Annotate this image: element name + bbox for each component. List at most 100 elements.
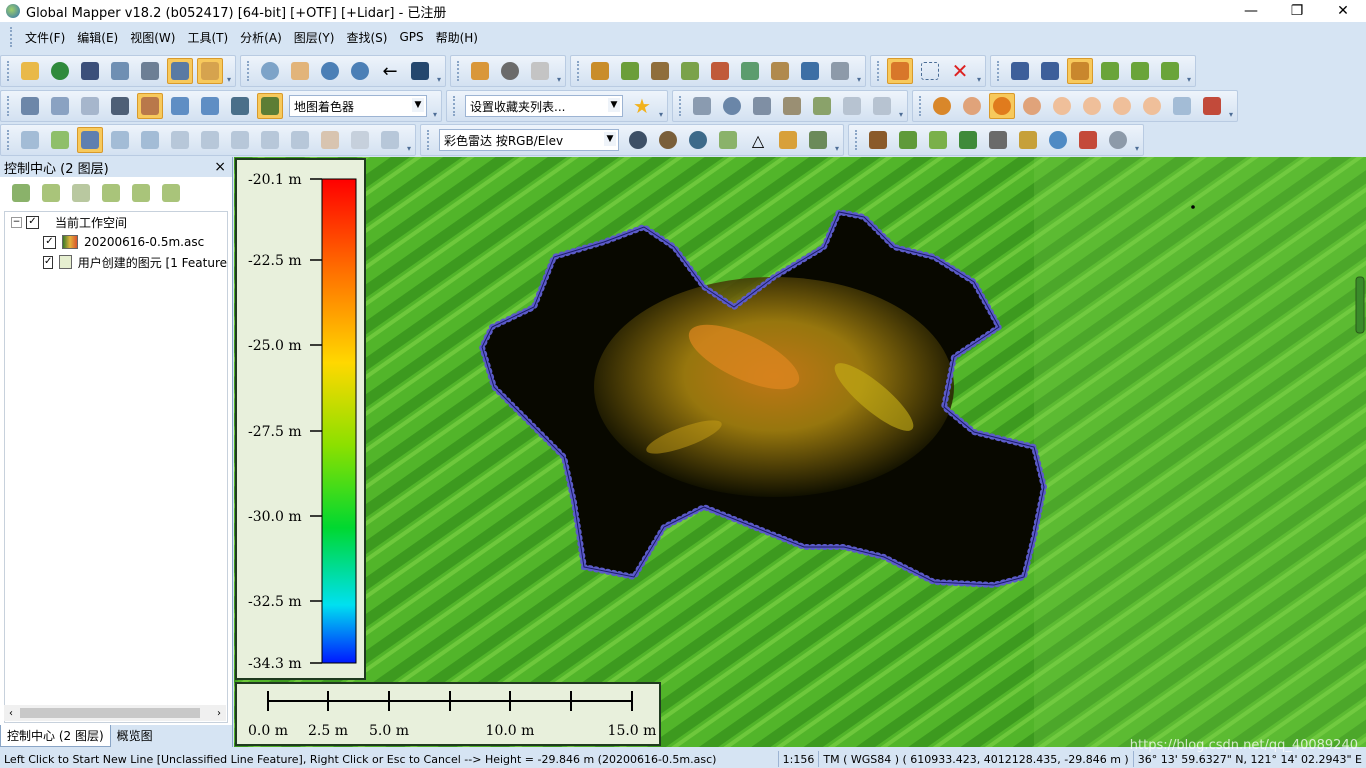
save-button[interactable] xyxy=(77,58,103,84)
favorites-dropdown[interactable]: 设置收藏夹列表... ▼ xyxy=(465,95,623,117)
view-5-button[interactable] xyxy=(137,93,163,119)
tree-layer-row[interactable]: ✓ 用户创建的图元 [1 Feature xyxy=(5,252,227,272)
view-2-button[interactable] xyxy=(47,93,73,119)
toolbar-overflow-arrow[interactable]: ▾ xyxy=(225,58,233,84)
pan-button[interactable] xyxy=(287,58,313,84)
vertex-3-button[interactable] xyxy=(77,127,103,153)
terrain-3-button[interactable] xyxy=(647,58,673,84)
toolbar-overflow-arrow[interactable]: ▾ xyxy=(657,93,665,119)
toolbar-overflow-arrow[interactable]: ▾ xyxy=(1133,127,1141,153)
point-3-button[interactable] xyxy=(989,93,1015,119)
class-5-button[interactable] xyxy=(985,127,1011,153)
panel-close-button[interactable]: × xyxy=(214,159,226,175)
menu-gps[interactable]: GPS xyxy=(393,30,429,44)
vertex-13-button[interactable] xyxy=(377,127,403,153)
toolbar-overflow-arrow[interactable]: ▾ xyxy=(435,58,443,84)
menu-analysis[interactable]: 分析(A) xyxy=(234,29,288,46)
panel-options-button[interactable] xyxy=(38,180,64,206)
point-4-button[interactable] xyxy=(1019,93,1045,119)
close-button[interactable]: ✕ xyxy=(1320,0,1366,22)
point-8-button[interactable] xyxy=(1139,93,1165,119)
edit-1-button[interactable] xyxy=(689,93,715,119)
menu-layer[interactable]: 图层(Y) xyxy=(288,29,341,46)
point-2-button[interactable] xyxy=(959,93,985,119)
toolbar-overflow-arrow[interactable]: ▾ xyxy=(405,127,413,153)
digitizer-button[interactable] xyxy=(887,58,913,84)
toolbar-overflow-arrow[interactable]: ▾ xyxy=(975,58,983,84)
vertex-1-button[interactable] xyxy=(17,127,43,153)
terrain-6-button[interactable] xyxy=(737,58,763,84)
map-canvas[interactable]: -20.1 m -22.5 m -25.0 m -27.5 m -30.0 m -32.5… xyxy=(234,157,1366,747)
search-attr-button[interactable] xyxy=(527,58,553,84)
shader-button[interactable] xyxy=(257,93,283,119)
terrain-8-button[interactable] xyxy=(797,58,823,84)
delete-button[interactable]: ✕ xyxy=(947,58,973,84)
terrain-1-button[interactable] xyxy=(587,58,613,84)
class-7-button[interactable] xyxy=(1045,127,1071,153)
toolbar-overflow-arrow[interactable]: ▾ xyxy=(897,93,905,119)
scroll-thumb[interactable] xyxy=(20,708,200,718)
edit-5-button[interactable] xyxy=(809,93,835,119)
toolbar-overflow-arrow[interactable]: ▾ xyxy=(555,58,563,84)
vertex-6-button[interactable] xyxy=(167,127,193,153)
lidar-7-button[interactable] xyxy=(805,127,831,153)
zoom-button[interactable] xyxy=(257,58,283,84)
zoom-out-button[interactable] xyxy=(347,58,373,84)
vertex-2-button[interactable] xyxy=(47,127,73,153)
terrain-9-button[interactable] xyxy=(827,58,853,84)
vertex-4-button[interactable] xyxy=(107,127,133,153)
point-5-button[interactable] xyxy=(1049,93,1075,119)
edit-3-button[interactable] xyxy=(749,93,775,119)
view-1-button[interactable] xyxy=(17,93,43,119)
edit-4-button[interactable] xyxy=(779,93,805,119)
open-folder-button[interactable] xyxy=(17,58,43,84)
vertex-8-button[interactable] xyxy=(227,127,253,153)
minimize-button[interactable]: — xyxy=(1228,0,1274,22)
toolbar-overflow-arrow[interactable]: ▾ xyxy=(1185,58,1193,84)
tab-control-center[interactable]: 控制中心 (2 图层) xyxy=(0,725,111,747)
menu-tools[interactable]: 工具(T) xyxy=(181,29,234,46)
collapse-icon[interactable]: − xyxy=(11,216,22,228)
vertex-11-button[interactable] xyxy=(317,127,343,153)
panel-close-layer-button[interactable] xyxy=(68,180,94,206)
menu-search[interactable]: 查找(S) xyxy=(340,29,393,46)
panel-open-button[interactable] xyxy=(8,180,34,206)
workspace-checkbox[interactable]: ✓ xyxy=(26,215,39,229)
vertex-5-button[interactable] xyxy=(137,127,163,153)
toolbar-overflow-arrow[interactable]: ▾ xyxy=(431,93,439,119)
edit-6-button[interactable] xyxy=(839,93,865,119)
point-1-button[interactable] xyxy=(929,93,955,119)
point-7-button[interactable] xyxy=(1109,93,1135,119)
print-button[interactable] xyxy=(107,58,133,84)
tree-workspace-row[interactable]: − ✓ 当前工作空间 xyxy=(5,212,227,232)
lidar-5-button[interactable]: △ xyxy=(745,127,771,153)
overview-map-button[interactable] xyxy=(197,58,223,84)
menu-view[interactable]: 视图(W) xyxy=(124,29,181,46)
menu-edit[interactable]: 编辑(E) xyxy=(71,29,124,46)
map-view[interactable]: -20.1 m -22.5 m -25.0 m -27.5 m -30.0 m -32.5… xyxy=(234,157,1366,747)
vertex-9-button[interactable] xyxy=(257,127,283,153)
toolbar-overflow-arrow[interactable]: ▾ xyxy=(1227,93,1235,119)
scroll-left-icon[interactable]: ‹ xyxy=(4,705,18,721)
control-center-button[interactable] xyxy=(167,58,193,84)
zoom-in-button[interactable] xyxy=(317,58,343,84)
view-8-button[interactable] xyxy=(227,93,253,119)
vertex-10-button[interactable] xyxy=(287,127,313,153)
terrain-4-button[interactable] xyxy=(677,58,703,84)
point-6-button[interactable] xyxy=(1079,93,1105,119)
view-6-button[interactable] xyxy=(167,93,193,119)
layer-checkbox[interactable]: ✓ xyxy=(43,235,56,249)
config-button[interactable] xyxy=(137,58,163,84)
line-6-button[interactable] xyxy=(1157,58,1183,84)
tree-horizontal-scrollbar[interactable]: ‹ › xyxy=(4,705,226,721)
panel-metadata-button[interactable] xyxy=(98,180,124,206)
measure-button[interactable] xyxy=(467,58,493,84)
line-3-button[interactable] xyxy=(1067,58,1093,84)
favorite-star-button[interactable]: ★ xyxy=(629,93,655,119)
point-10-button[interactable] xyxy=(1199,93,1225,119)
tree-layer-row[interactable]: ✓ 20200616-0.5m.asc xyxy=(5,232,227,252)
terrain-5-button[interactable] xyxy=(707,58,733,84)
view-3d-button[interactable] xyxy=(107,93,133,119)
class-6-button[interactable] xyxy=(1015,127,1041,153)
home-button[interactable] xyxy=(407,58,433,84)
